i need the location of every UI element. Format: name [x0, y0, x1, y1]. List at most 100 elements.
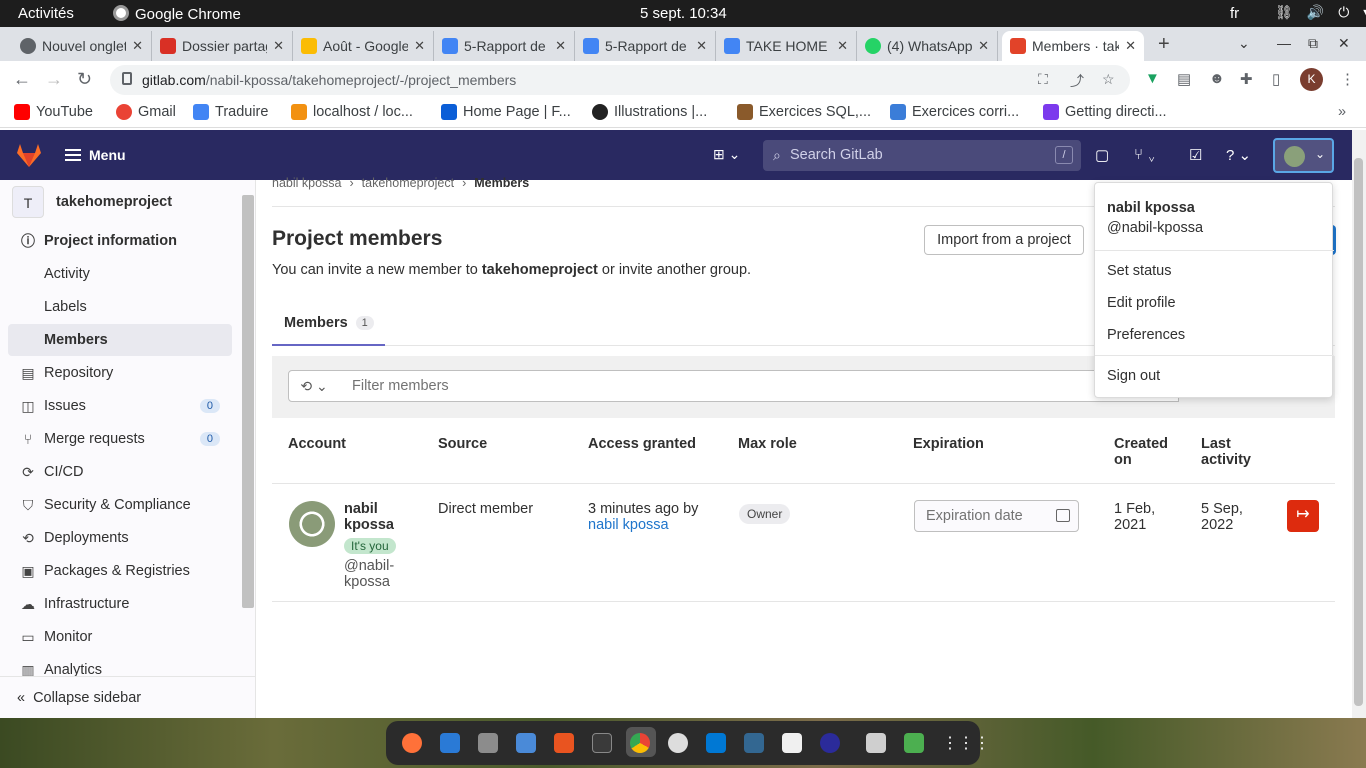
reload-icon[interactable]: ↻ [77, 69, 92, 90]
breadcrumb-user[interactable]: nabil kpossa [272, 176, 342, 190]
scrollbar-thumb[interactable] [1354, 158, 1363, 706]
help-icon[interactable]: ? ⌄ [1226, 146, 1251, 164]
app-icon[interactable] [820, 733, 840, 753]
side-panel-icon[interactable]: ▯ [1272, 70, 1280, 88]
document-icon[interactable] [516, 733, 536, 753]
extension-icon[interactable]: ▼ [1145, 70, 1160, 87]
app-grid-icon[interactable]: ⋮⋮⋮ [942, 733, 990, 753]
collapse-sidebar-button[interactable]: « Collapse sidebar [0, 676, 255, 718]
new-tab-icon[interactable]: + [1158, 33, 1170, 56]
browser-tab[interactable]: Nouvel onglet ✕ [12, 31, 152, 61]
close-icon[interactable]: ✕ [696, 38, 707, 54]
close-icon[interactable]: ✕ [132, 38, 143, 54]
breadcrumb-current[interactable]: Members [474, 176, 529, 190]
trash-icon[interactable] [904, 733, 924, 753]
postgres-icon[interactable] [744, 733, 764, 753]
sidebar-item-repository[interactable]: ▤ Repository [8, 357, 232, 389]
close-window-icon[interactable]: ✕ [1338, 35, 1350, 52]
files-icon[interactable] [440, 733, 460, 753]
extension-icon[interactable]: ▤ [1177, 70, 1191, 88]
close-icon[interactable]: ✕ [837, 38, 848, 54]
sidebar-item-packages[interactable]: ▣ Packages & Registries [8, 555, 232, 587]
bookmark-gmail[interactable]: Gmail [116, 104, 176, 120]
sidebar-item-labels[interactable]: Labels [8, 291, 232, 323]
expiration-date-input[interactable]: Expiration date [914, 500, 1079, 532]
new-dropdown-icon[interactable]: ⊞ ⌄ [713, 146, 740, 163]
sidebar-item-security[interactable]: ⛉ Security & Compliance [8, 489, 232, 521]
url-text[interactable]: gitlab.com/nabil-kpossa/takehomeproject/… [142, 72, 516, 88]
browser-tab[interactable]: 5-Rapport de stage ✕ [434, 31, 575, 61]
more-menu-icon[interactable]: ⋮ [1340, 70, 1355, 88]
preferences-menu-item[interactable]: Preferences [1107, 327, 1185, 343]
address-bar[interactable]: gitlab.com/nabil-kpossa/takehomeproject/… [110, 65, 1130, 95]
software-center-icon[interactable] [554, 733, 574, 753]
minimize-icon[interactable]: — [1277, 35, 1291, 51]
sidebar-item-ci-cd[interactable]: ⟳ CI/CD [8, 456, 232, 488]
extension-icon[interactable]: ☻ [1209, 70, 1225, 87]
page-scrollbar[interactable] [1352, 130, 1366, 718]
close-icon[interactable]: ✕ [555, 38, 566, 54]
more-bookmarks-icon[interactable]: » [1338, 104, 1346, 120]
close-icon[interactable]: ✕ [414, 38, 425, 54]
terminal-icon[interactable] [592, 733, 612, 753]
todos-icon[interactable]: ☑ [1189, 146, 1202, 164]
bookmark-home-page[interactable]: Home Page | F... [441, 104, 571, 120]
search-box[interactable]: ⌕ Search GitLab / [763, 140, 1081, 171]
sidebar-project-header[interactable]: Ttakehomeproject [12, 186, 172, 218]
bookmark-exercices-corriges[interactable]: Exercices corri... [890, 104, 1019, 120]
chrome-icon[interactable] [630, 733, 650, 753]
bookmark-youtube[interactable]: YouTube [14, 104, 93, 120]
sidebar-item-merge-requests[interactable]: ⑂ Merge requests 0 [8, 423, 232, 455]
forward-icon[interactable]: → [45, 69, 63, 90]
import-from-project-button[interactable]: Import from a project [924, 225, 1084, 255]
browser-tab[interactable]: TAKE HOME ✕ [716, 31, 857, 61]
translate-icon[interactable]: ⛶ [1038, 71, 1048, 88]
extensions-puzzle-icon[interactable]: ✚ [1240, 70, 1253, 88]
close-icon[interactable]: ✕ [1125, 38, 1136, 54]
system-tray[interactable]: ⛓ 🔊 ⏻ ▾ [1275, 4, 1366, 21]
sidebar-item-monitor[interactable]: ▭ Monitor [8, 621, 232, 653]
folder-icon[interactable] [478, 733, 498, 753]
browser-tab-active[interactable]: Members · takehomeproject ✕ [1002, 31, 1144, 61]
browser-tab[interactable]: Août - Google Drive ✕ [293, 31, 434, 61]
member-name-link[interactable]: nabil kpossa [344, 501, 404, 533]
sidebar-item-deployments[interactable]: ⟲ Deployments [8, 522, 232, 554]
leave-project-button[interactable]: ↦ [1287, 500, 1319, 532]
maximize-icon[interactable]: ⧉ [1308, 35, 1318, 52]
bookmark-localhost[interactable]: localhost / loc... [291, 104, 413, 120]
sidebar-scrollbar[interactable] [242, 195, 254, 608]
sidebar-item-issues[interactable]: ◫ Issues 0 [8, 390, 232, 422]
granted-by-link[interactable]: nabil kpossa [588, 517, 669, 533]
edit-profile-menu-item[interactable]: Edit profile [1107, 295, 1176, 311]
firefox-icon[interactable] [402, 733, 422, 753]
browser-tab[interactable]: (4) WhatsApp ✕ [857, 31, 998, 61]
main-menu-button[interactable]: Menu [65, 147, 126, 163]
sign-out-menu-item[interactable]: Sign out [1107, 368, 1160, 384]
breadcrumb-project[interactable]: takehomeproject [362, 176, 454, 190]
dropdown-user-handle[interactable]: @nabil-kpossa [1107, 220, 1203, 236]
text-editor-icon[interactable] [782, 733, 802, 753]
sidebar-item-infrastructure[interactable]: ☁ Infrastructure [8, 588, 232, 620]
browser-tab[interactable]: 5-Rapport de stage ✕ [575, 31, 716, 61]
sidebar-item-activity[interactable]: Activity [8, 258, 232, 290]
share-icon[interactable]: ⤴ [1070, 71, 1084, 91]
tab-members[interactable]: Members 1 [272, 302, 385, 346]
storage-icon[interactable] [866, 733, 886, 753]
filter-members-input[interactable]: Filter members [339, 370, 1179, 402]
recent-searches-button[interactable]: ⟲ ⌄ [288, 370, 340, 402]
issues-icon[interactable]: ▢ [1095, 146, 1109, 164]
set-status-menu-item[interactable]: Set status [1107, 263, 1171, 279]
vscode-icon[interactable] [706, 733, 726, 753]
sidebar-item-members[interactable]: Members [8, 324, 232, 356]
bookmark-traduire[interactable]: Traduire [193, 104, 268, 120]
user-menu-button[interactable]: ⌄ [1273, 138, 1334, 173]
close-icon[interactable]: ✕ [273, 38, 284, 54]
dropdown-user-name[interactable]: nabil kpossa [1107, 200, 1195, 216]
clock[interactable]: 5 sept. 10:34 [640, 5, 727, 22]
sidebar-item-project-information[interactable]: ⓘ Project information [8, 225, 232, 257]
bookmark-star-icon[interactable]: ☆ [1102, 71, 1115, 88]
activities-button[interactable]: Activités [18, 5, 74, 22]
app-menu[interactable]: Google Chrome [113, 5, 241, 23]
app-icon[interactable] [668, 733, 688, 753]
browser-tab[interactable]: Dossier partagé ✕ [152, 31, 293, 61]
